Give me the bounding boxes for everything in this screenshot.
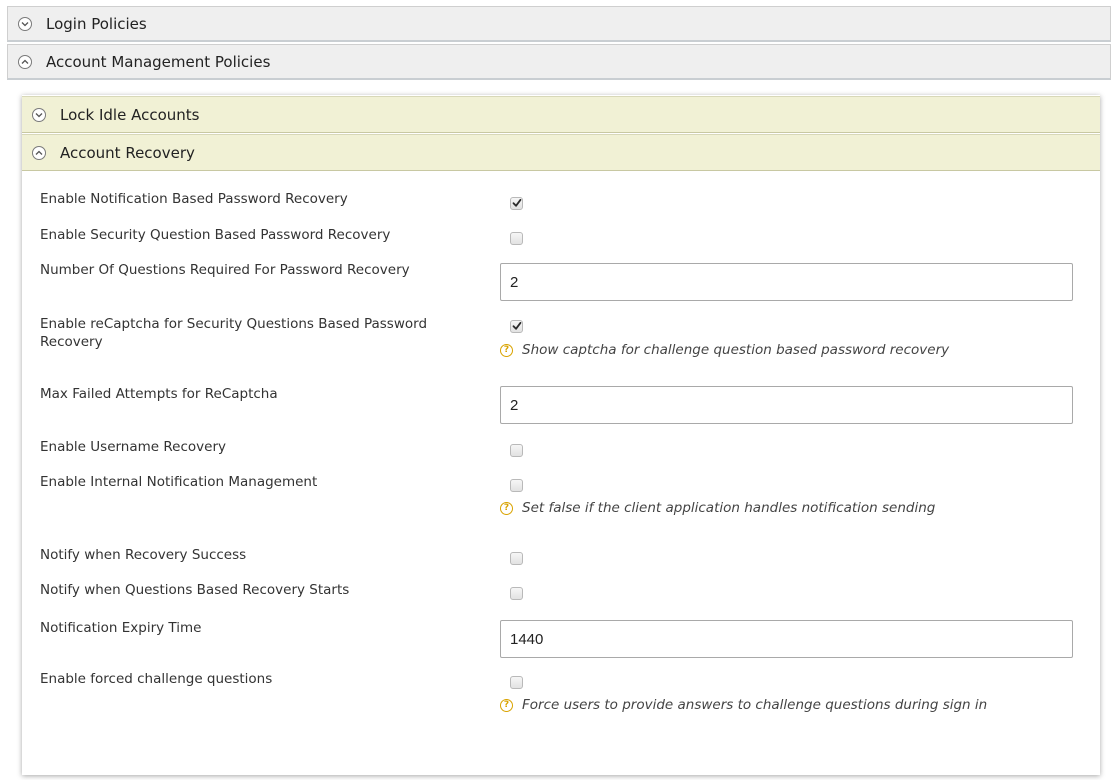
help-icon: ? — [500, 344, 513, 357]
recaptcha-checkbox[interactable] — [510, 320, 523, 333]
max-failed-attempts-input[interactable]: 2 — [500, 386, 1073, 424]
help-icon: ? — [500, 502, 513, 515]
notification-expiry-input[interactable]: 1440 — [500, 620, 1073, 658]
max-failed-attempts-label: Max Failed Attempts for ReCaptcha — [40, 386, 278, 402]
security-question-recovery-label: Enable Security Question Based Password … — [40, 227, 391, 243]
notify-questions-start-label: Notify when Questions Based Recovery Sta… — [40, 582, 350, 598]
username-recovery-label: Enable Username Recovery — [40, 439, 226, 455]
notify-questions-start-checkbox[interactable] — [510, 587, 523, 600]
login-policies-label: Login Policies — [46, 14, 147, 33]
forced-challenge-help-text: Force users to provide answers to challe… — [522, 697, 988, 713]
recaptcha-label: Enable reCaptcha for Security Questions … — [40, 316, 428, 350]
internal-notification-help-text: Set false if the client application hand… — [522, 500, 936, 516]
notify-recovery-success-checkbox[interactable] — [510, 552, 523, 565]
lock-idle-accounts-label: Lock Idle Accounts — [60, 105, 200, 124]
questions-required-label: Number Of Questions Required For Passwor… — [40, 262, 410, 278]
checkmark-icon — [512, 321, 522, 330]
lock-idle-accounts-header[interactable]: Lock Idle Accounts — [22, 96, 1100, 133]
notification-recovery-checkbox[interactable] — [510, 197, 523, 210]
help-icon: ? — [500, 699, 513, 712]
questions-required-input[interactable]: 2 — [500, 263, 1073, 301]
forced-challenge-label: Enable forced challenge questions — [40, 671, 273, 687]
account-recovery-label: Account Recovery — [60, 143, 195, 162]
forced-challenge-checkbox[interactable] — [510, 676, 523, 689]
checkmark-icon — [512, 198, 522, 207]
chevron-down-icon[interactable] — [18, 16, 32, 31]
chevron-up-icon[interactable] — [18, 54, 32, 69]
account-management-policies-header[interactable]: Account Management Policies — [7, 44, 1111, 80]
chevron-up-icon[interactable] — [32, 145, 46, 160]
chevron-down-icon[interactable] — [32, 107, 46, 122]
internal-notification-checkbox[interactable] — [510, 479, 523, 492]
recaptcha-help-text: Show captcha for challenge question base… — [522, 342, 950, 358]
account-recovery-header[interactable]: Account Recovery — [22, 134, 1100, 171]
login-policies-header[interactable]: Login Policies — [7, 6, 1111, 42]
username-recovery-checkbox[interactable] — [510, 444, 523, 457]
security-question-recovery-checkbox[interactable] — [510, 232, 523, 245]
internal-notification-label: Enable Internal Notification Management — [40, 474, 318, 490]
internal-notification-help: ? Set false if the client application ha… — [500, 499, 1080, 517]
account-management-panel: Lock Idle Accounts Account Recovery Enab… — [22, 95, 1100, 775]
notification-expiry-label: Notification Expiry Time — [40, 620, 202, 636]
notification-recovery-label: Enable Notification Based Password Recov… — [40, 191, 348, 207]
account-management-policies-label: Account Management Policies — [46, 52, 271, 71]
recaptcha-help: ? Show captcha for challenge question ba… — [500, 341, 1080, 359]
forced-challenge-help: ? Force users to provide answers to chal… — [500, 696, 1060, 714]
notify-recovery-success-label: Notify when Recovery Success — [40, 547, 247, 563]
